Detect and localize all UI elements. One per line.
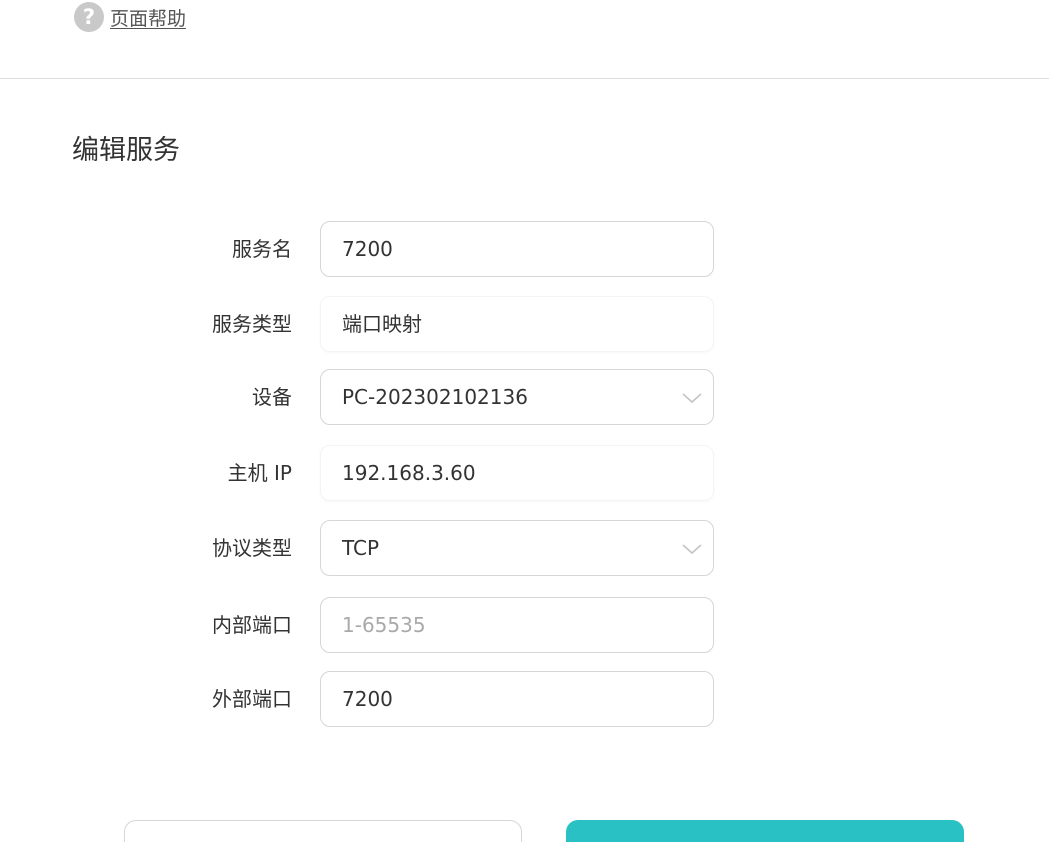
header-divider xyxy=(0,78,1049,79)
service-type-value: 端口映射 xyxy=(320,296,714,352)
service-name-row: 服务名 xyxy=(0,221,1049,277)
service-type-label: 服务类型 xyxy=(212,312,292,336)
internal-port-input[interactable] xyxy=(320,597,714,653)
service-type-row: 服务类型 端口映射 xyxy=(0,296,1049,352)
protocol-row: 协议类型 TCP xyxy=(0,520,1049,576)
device-selected-value: PC-202302102136 xyxy=(342,385,528,409)
external-port-input[interactable] xyxy=(320,671,714,727)
device-label: 设备 xyxy=(252,385,292,409)
host-ip-label: 主机 IP xyxy=(227,461,292,485)
section-title: 编辑服务 xyxy=(72,135,180,166)
page-help-label[interactable]: 页面帮助 xyxy=(110,4,186,31)
device-select[interactable]: PC-202302102136 xyxy=(320,369,714,425)
host-ip-row: 主机 IP 192.168.3.60 xyxy=(0,445,1049,501)
service-name-input[interactable] xyxy=(320,221,714,277)
internal-port-label: 内部端口 xyxy=(212,613,292,637)
chevron-down-icon xyxy=(682,544,702,555)
edit-service-page: ? 页面帮助 编辑服务 服务名 服务类型 端口映射 设备 PC-20230210… xyxy=(0,0,1049,842)
host-ip-value: 192.168.3.60 xyxy=(320,445,714,501)
page-help-link[interactable]: ? 页面帮助 xyxy=(74,2,186,32)
save-button[interactable] xyxy=(566,820,964,842)
external-port-row: 外部端口 xyxy=(0,671,1049,727)
chevron-down-icon xyxy=(682,393,702,404)
cancel-button[interactable] xyxy=(124,820,522,842)
device-row: 设备 PC-202302102136 xyxy=(0,369,1049,425)
service-name-label: 服务名 xyxy=(232,237,292,261)
question-circle-icon: ? xyxy=(74,2,104,32)
external-port-label: 外部端口 xyxy=(212,687,292,711)
protocol-label: 协议类型 xyxy=(212,536,292,560)
internal-port-row: 内部端口 xyxy=(0,597,1049,653)
protocol-select[interactable]: TCP xyxy=(320,520,714,576)
protocol-selected-value: TCP xyxy=(342,536,380,560)
